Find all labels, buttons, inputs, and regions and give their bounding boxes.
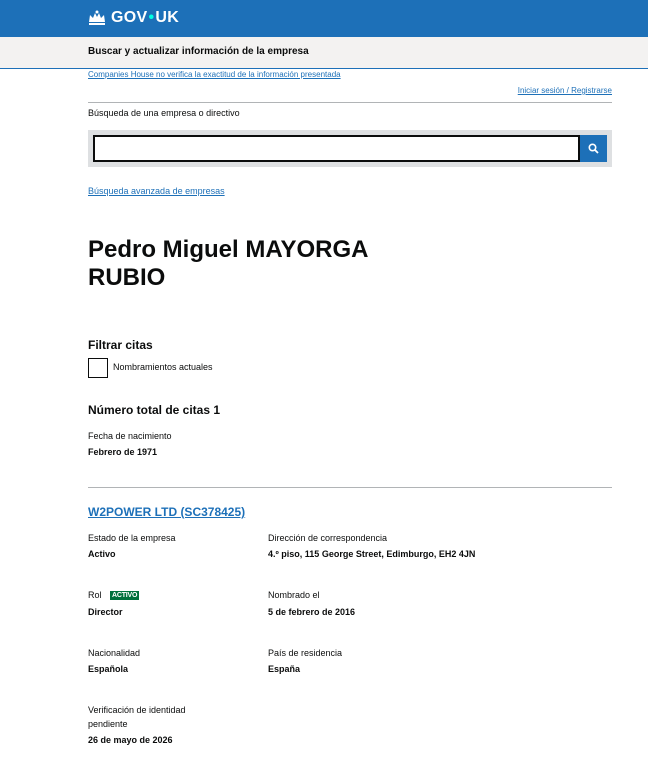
- country-of-residence-label: País de residencia: [268, 648, 343, 658]
- search-label: Búsqueda de una empresa o directivo: [88, 108, 240, 118]
- search-icon: [588, 143, 599, 154]
- divider: [88, 102, 612, 103]
- divider: [88, 487, 612, 488]
- company-status-value: Activo: [88, 549, 116, 559]
- appointed-on-label: Nombrado el: [268, 590, 320, 600]
- role-label: Rol: [88, 590, 102, 600]
- status-badge: ACTIVO: [110, 591, 140, 600]
- advanced-search-link[interactable]: Búsqueda avanzada de empresas: [88, 186, 225, 196]
- current-appointments-checkbox[interactable]: [88, 358, 108, 378]
- officer-name-line-2: RUBIO: [88, 264, 166, 291]
- signin-link[interactable]: Iniciar sesión / Registrarse: [518, 86, 612, 95]
- officer-name: Pedro Miguel MAYORGA RUBIO: [88, 236, 408, 292]
- service-name[interactable]: Buscar y actualizar información de la em…: [88, 46, 309, 57]
- filter-title: Filtrar citas: [88, 338, 153, 352]
- identity-verification-label-line-2: pendiente: [88, 719, 128, 729]
- role-value: Director: [88, 607, 123, 617]
- appointed-on-value: 5 de febrero de 2016: [268, 607, 356, 617]
- correspondence-address-value: 4.º piso, 115 George Street, Edimburgo, …: [268, 549, 476, 559]
- company-status-label: Estado de la empresa: [88, 533, 176, 543]
- service-navigation: Buscar y actualizar información de la em…: [0, 37, 648, 69]
- total-appointments: Número total de citas 1: [88, 403, 221, 417]
- logo-dot: •: [148, 9, 155, 26]
- search-bar: [88, 130, 612, 167]
- nationality-label: Nacionalidad: [88, 648, 141, 658]
- identity-verification-label-line-1: Verificación de identidad: [88, 705, 186, 715]
- dob-label: Fecha de nacimiento: [88, 431, 172, 441]
- correspondence-address-label: Dirección de correspondencia: [268, 533, 388, 543]
- govuk-header: GOV • UK: [0, 0, 648, 37]
- current-appointments-label[interactable]: Nombramientos actuales: [113, 362, 213, 372]
- logo-text-gov: GOV: [111, 9, 148, 26]
- crown-icon: [89, 10, 105, 25]
- country-of-residence-value: España: [268, 664, 301, 674]
- govuk-logo[interactable]: GOV • UK: [88, 9, 179, 27]
- search-button[interactable]: [580, 135, 607, 162]
- dob-value: Febrero de 1971: [88, 447, 158, 457]
- logo-text-uk: UK: [155, 9, 180, 26]
- company-link[interactable]: W2POWER LTD (SC378425): [88, 505, 245, 519]
- officer-name-line-1: Pedro Miguel MAYORGA: [88, 236, 369, 263]
- identity-verification-value: 26 de mayo de 2026: [88, 735, 173, 745]
- search-input[interactable]: [93, 135, 580, 162]
- disclaimer-link[interactable]: Companies House no verifica la exactitud…: [88, 70, 341, 79]
- nationality-value: Española: [88, 664, 129, 674]
